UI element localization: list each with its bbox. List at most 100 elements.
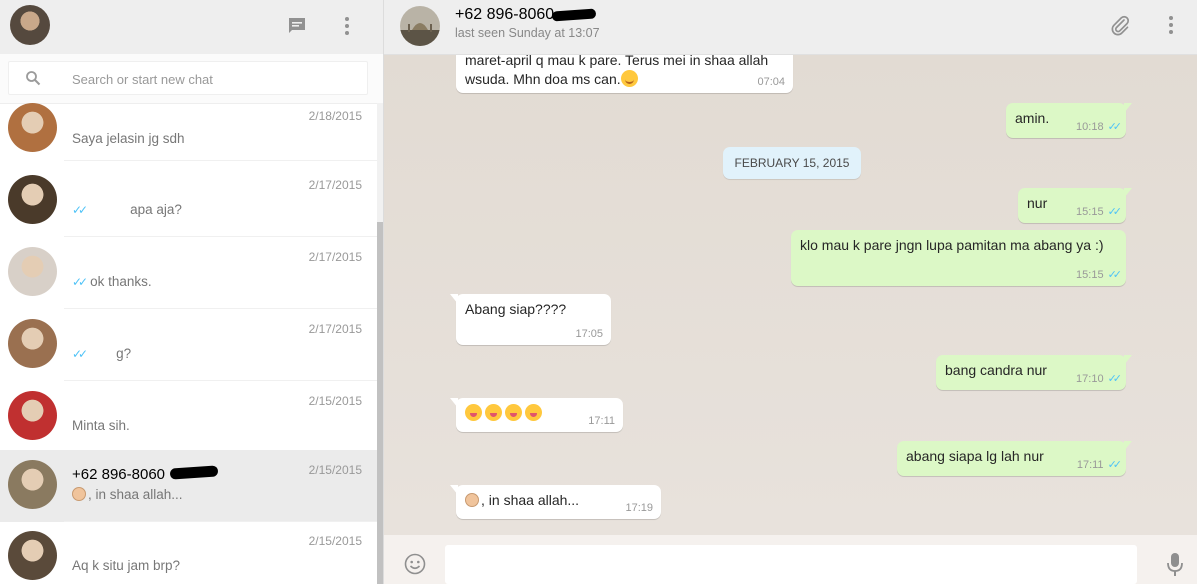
message-time: 17:11: [588, 415, 615, 427]
chat-list-item[interactable]: +62 896-8060 2/15/2015 , in shaa allah...: [0, 450, 377, 522]
conversation-pane: +62 896-8060 last seen Sunday at 13:07 m…: [384, 0, 1197, 584]
chat-list-item[interactable]: 2/15/2015 Aq k situ jam brp?: [0, 521, 377, 584]
search-bar: [0, 54, 383, 104]
contact-name: +62 896-8060: [455, 6, 597, 24]
contact-avatar[interactable]: [400, 6, 440, 46]
read-ticks-icon: ✓✓: [1107, 121, 1123, 133]
chat-preview-text: Minta sih.: [72, 418, 130, 433]
chat-preview: Saya jelasin jg sdh: [72, 131, 185, 146]
kebab-menu-icon[interactable]: [335, 14, 359, 38]
chat-preview-text: Saya jelasin jg sdh: [72, 131, 185, 146]
redaction-mark: [169, 465, 219, 480]
chat-list-item[interactable]: 2/15/2015 Minta sih.: [0, 381, 377, 453]
last-seen-status: last seen Sunday at 13:07: [455, 26, 600, 40]
message-input[interactable]: [445, 545, 1137, 584]
message-incoming[interactable]: maret-april q mau k pare. Terus mei in s…: [456, 55, 793, 93]
read-ticks-icon: ✓✓: [72, 203, 88, 217]
smiley-icon[interactable]: [404, 553, 426, 575]
message-outgoing[interactable]: nur 15:15 ✓✓: [1018, 188, 1132, 223]
message-text: wsuda. Mhn doa ms can.: [465, 70, 784, 89]
message-time: 17:05: [575, 328, 603, 340]
squinting-tongue-emoji-icon: [485, 404, 502, 421]
message-time: 17:19: [625, 502, 653, 514]
chat-preview-text: , in shaa allah...: [88, 487, 183, 502]
contact-avatar: [8, 103, 57, 152]
message-time: 17:10 ✓✓: [1076, 373, 1123, 385]
squinting-tongue-emoji-icon: [505, 404, 522, 421]
contact-avatar: [8, 175, 57, 224]
ok-hand-emoji-icon: [465, 493, 479, 507]
read-ticks-icon: ✓✓: [72, 347, 88, 361]
kebab-menu-icon[interactable]: [1159, 13, 1183, 37]
sidebar-header: [0, 0, 383, 54]
search-icon[interactable]: [25, 70, 41, 86]
message-outgoing[interactable]: bang candra nur 17:10 ✓✓: [936, 355, 1132, 390]
chat-date: 2/17/2015: [308, 178, 362, 192]
chat-preview: Aq k situ jam brp?: [72, 558, 180, 573]
read-ticks-icon: ✓✓: [1107, 206, 1123, 218]
chat-list-item[interactable]: 2/17/2015 ✓✓ apa aja?: [0, 165, 377, 237]
chat-list: 2/18/2015 Saya jelasin jg sdh 2/17/2015 ✓✓ a…: [0, 103, 377, 584]
compose-bar: [384, 535, 1197, 584]
chat-preview: ✓✓ ok thanks.: [72, 274, 152, 289]
chat-preview: , in shaa allah...: [72, 487, 183, 502]
chat-list-item[interactable]: 2/18/2015 Saya jelasin jg sdh: [0, 103, 377, 161]
message-text: , in shaa allah...: [465, 491, 652, 510]
chat-list-pane: 2/18/2015 Saya jelasin jg sdh 2/17/2015 ✓✓ a…: [0, 0, 384, 584]
message-outgoing[interactable]: abang siapa lg lah nur 17:11 ✓✓: [897, 441, 1132, 476]
ok-hand-emoji-icon: [72, 487, 86, 501]
message-incoming[interactable]: 17:11: [450, 398, 623, 432]
message-outgoing[interactable]: amin. 10:18 ✓✓: [1006, 103, 1132, 138]
paperclip-icon[interactable]: [1108, 13, 1132, 37]
contact-avatar: [8, 247, 57, 296]
chat-preview: ✓✓ apa aja?: [72, 202, 182, 217]
squinting-tongue-emoji-icon: [465, 404, 482, 421]
chat-date: 2/15/2015: [308, 534, 362, 548]
chat-preview: ✓✓ g?: [72, 346, 131, 361]
message-time: 15:15 ✓✓: [1076, 206, 1123, 218]
message-text: Abang siap????: [465, 301, 567, 317]
search-input[interactable]: [70, 68, 354, 90]
message-time: 07:04: [757, 76, 785, 88]
search-box[interactable]: [8, 61, 368, 95]
conversation-header: +62 896-8060 last seen Sunday at 13:07: [384, 0, 1197, 55]
chat-divider: [64, 160, 377, 161]
message-text: maret-april q mau k pare. Terus mei in s…: [465, 55, 769, 68]
my-avatar[interactable]: [10, 5, 50, 45]
message-icon[interactable]: [285, 14, 309, 38]
redaction-mark: [551, 8, 597, 22]
contact-avatar: [8, 319, 57, 368]
contact-avatar: [8, 391, 57, 440]
chat-date: 2/18/2015: [308, 109, 362, 123]
smile-emoji-icon: [620, 70, 638, 87]
contact-avatar: [8, 460, 57, 509]
chat-date: 2/15/2015: [308, 394, 362, 408]
message-time: 17:11 ✓✓: [1076, 459, 1123, 471]
chat-date: 2/15/2015: [308, 463, 362, 477]
message-time: 10:18 ✓✓: [1076, 121, 1123, 133]
chat-name: +62 896-8060: [72, 466, 166, 483]
message-incoming[interactable]: , in shaa allah... 17:19: [450, 485, 661, 519]
chat-list-item[interactable]: 2/17/2015 ✓✓ g?: [0, 309, 377, 381]
read-ticks-icon: ✓✓: [1107, 373, 1123, 385]
chat-preview-text: Aq k situ jam brp?: [72, 558, 181, 573]
squinting-tongue-emoji-icon: [525, 404, 542, 421]
read-ticks-icon: ✓✓: [1107, 269, 1123, 281]
message-incoming[interactable]: Abang siap???? 17:05: [450, 294, 611, 345]
chat-preview-text: ok thanks.: [90, 274, 152, 289]
read-ticks-icon: ✓✓: [72, 275, 88, 289]
message-area[interactable]: maret-april q mau k pare. Terus mei in s…: [384, 55, 1197, 535]
contact-avatar: [8, 531, 57, 580]
message-text: klo mau k pare jngn lupa pamitan ma aban…: [800, 237, 1104, 253]
chat-date: 2/17/2015: [308, 322, 362, 336]
chat-preview: Minta sih.: [72, 418, 130, 433]
chat-preview-text: apa aja?: [130, 202, 182, 217]
message-time: 15:15 ✓✓: [1076, 269, 1123, 281]
chat-preview-text: g?: [116, 346, 132, 361]
microphone-icon[interactable]: [1166, 552, 1184, 578]
chat-list-item[interactable]: 2/17/2015 ✓✓ ok thanks.: [0, 237, 377, 309]
message-outgoing[interactable]: klo mau k pare jngn lupa pamitan ma aban…: [791, 230, 1126, 286]
scrollbar-thumb[interactable]: [377, 222, 383, 584]
date-divider: FEBRUARY 15, 2015: [723, 147, 861, 179]
read-ticks-icon: ✓✓: [1107, 459, 1123, 471]
